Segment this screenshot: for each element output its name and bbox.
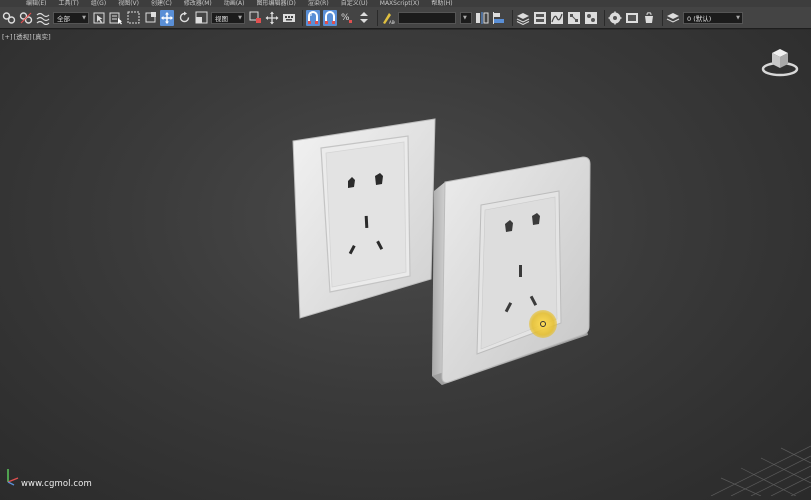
material-editor-icon[interactable]: [584, 10, 598, 26]
home-grid: [701, 436, 811, 500]
graphite-ribbon-icon[interactable]: [533, 10, 547, 26]
menu-group[interactable]: 组(G): [85, 0, 112, 7]
select-object-icon[interactable]: [92, 10, 106, 26]
svg-text:3: 3: [309, 12, 312, 18]
perspective-viewport[interactable]: [+][透视][真实] www.cgmol.com: [0, 30, 811, 500]
keyboard-shortcut-icon[interactable]: [282, 10, 296, 26]
link-icon[interactable]: [2, 10, 16, 26]
menu-edit[interactable]: 编辑(E): [20, 0, 52, 7]
menu-bar: 编辑(E) 工具(T) 组(G) 视图(V) 创建(C) 修改器(M) 动画(A…: [0, 0, 811, 7]
schematic-view-icon[interactable]: [567, 10, 581, 26]
watermark-text: www.cgmol.com: [21, 479, 92, 489]
curve-editor-icon[interactable]: [550, 10, 564, 26]
mirror-icon[interactable]: [475, 10, 489, 26]
socket-model-left[interactable]: [292, 118, 436, 319]
svg-text:ABC: ABC: [389, 20, 395, 25]
socket-model-right[interactable]: [432, 156, 591, 385]
unlink-icon[interactable]: [19, 10, 33, 26]
align-icon[interactable]: [492, 10, 506, 26]
select-scale-icon[interactable]: [194, 10, 208, 26]
toolbar-separator: [662, 9, 663, 26]
select-rotate-icon[interactable]: [177, 10, 191, 26]
menu-views[interactable]: 视图(V): [112, 0, 145, 7]
named-selection-dropdown[interactable]: ▼: [460, 11, 472, 24]
menu-help[interactable]: 帮助(H): [425, 0, 458, 7]
ref-coord-dropdown[interactable]: 视图 ▼: [211, 11, 245, 24]
render-setup-icon[interactable]: [608, 10, 622, 26]
layer-manager-icon[interactable]: [666, 10, 680, 26]
toolbar-separator: [604, 9, 605, 26]
layer-dropdown-value: 0 (默认): [687, 14, 712, 23]
main-toolbar: 全部 ▼ 视图 ▼ 3 % AB ▼ 0 (默认) ▼: [0, 7, 811, 29]
toolbar-separator: [512, 9, 513, 26]
chevron-down-icon: ▼: [238, 14, 242, 21]
angle-snap-icon[interactable]: [323, 9, 337, 26]
menu-graph-editors[interactable]: 图形编辑器(D): [251, 0, 302, 7]
menu-rendering[interactable]: 渲染(R): [302, 0, 335, 7]
viewcube-icon[interactable]: [761, 44, 799, 82]
menu-maxscript[interactable]: MAXScript(X): [374, 0, 426, 7]
bind-space-warp-icon[interactable]: [36, 10, 50, 26]
use-pivot-icon[interactable]: [248, 10, 262, 26]
percent-snap-icon[interactable]: %: [340, 10, 354, 26]
named-selection-set-field[interactable]: [398, 11, 456, 24]
render-icon[interactable]: [642, 10, 656, 26]
layer-dropdown[interactable]: 0 (默认) ▼: [683, 11, 743, 24]
selection-filter-value: 全部: [57, 14, 70, 23]
chevron-down-icon: ▼: [82, 14, 86, 21]
axis-tripod-icon: [4, 466, 20, 490]
menu-create[interactable]: 创建(C): [145, 0, 178, 7]
select-move-icon[interactable]: [160, 9, 174, 26]
rendered-frame-icon[interactable]: [625, 10, 639, 26]
select-by-name-icon[interactable]: [109, 10, 123, 26]
snap-toggle-icon[interactable]: 3: [306, 9, 320, 26]
menu-animation[interactable]: 动画(A): [218, 0, 251, 7]
menu-tools[interactable]: 工具(T): [52, 0, 84, 7]
select-manipulate-icon[interactable]: [265, 10, 279, 26]
layer-explorer-icon[interactable]: [516, 10, 530, 26]
toolbar-separator: [302, 9, 303, 26]
edit-named-sets-icon[interactable]: ABC: [381, 10, 395, 26]
rectangle-selection-icon[interactable]: [126, 10, 140, 26]
spinner-snap-icon[interactable]: [357, 10, 371, 26]
mouse-cursor-icon: [540, 321, 546, 327]
scene-canvas: [292, 118, 591, 385]
ref-coord-value: 视图: [215, 14, 228, 23]
selection-filter-dropdown[interactable]: 全部 ▼: [53, 11, 89, 24]
svg-text:%: %: [341, 13, 350, 23]
toolbar-separator: [377, 9, 378, 26]
chevron-down-icon: ▼: [736, 14, 740, 21]
menu-customize[interactable]: 自定义(U): [335, 0, 374, 7]
chevron-down-icon: ▼: [463, 14, 467, 21]
menu-modifiers[interactable]: 修改器(M): [178, 0, 218, 7]
window-crossing-icon[interactable]: [143, 10, 157, 26]
